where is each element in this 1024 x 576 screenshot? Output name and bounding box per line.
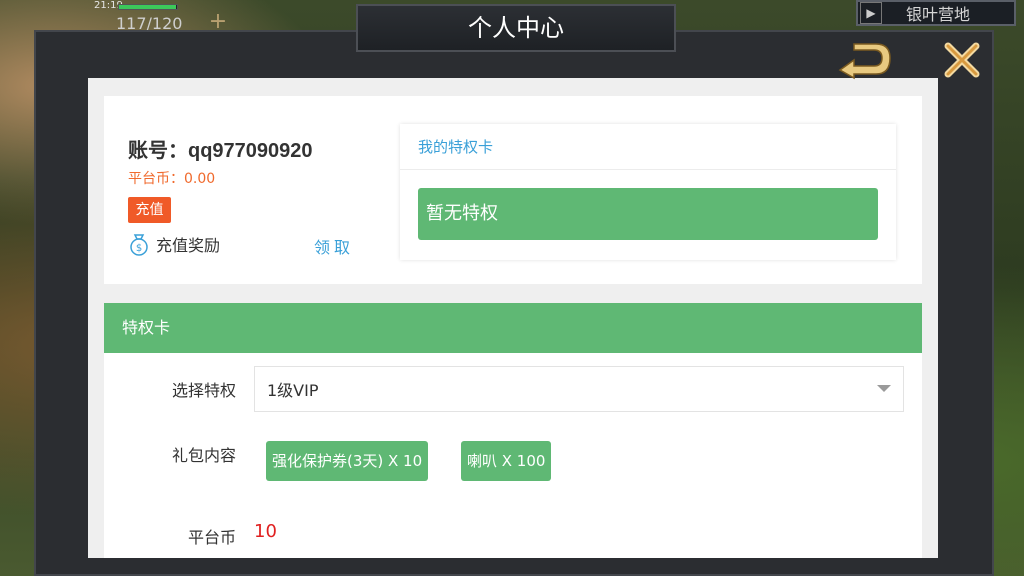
close-button[interactable] — [940, 38, 984, 82]
privilege-select[interactable]: 1级VIP — [254, 366, 904, 412]
platform-coin-label: 平台币 — [187, 528, 236, 547]
play-icon: ▶ — [860, 2, 882, 24]
money-bag-icon: $ — [130, 234, 148, 256]
gift-item-chip: 喇叭 X 100 — [461, 441, 552, 481]
my-privilege-card-title: 我的特权卡 — [400, 124, 896, 170]
recharge-reward-row: $ 充值奖励 领取 — [128, 231, 354, 257]
platform-coin-cost: 10 — [254, 521, 277, 542]
my-privilege-card-panel: 我的特权卡 暂无特权 — [400, 124, 896, 260]
close-icon — [944, 42, 980, 78]
claim-reward-link[interactable]: 领取 — [314, 234, 354, 258]
modal-content: 账号：qq977090920 平台币：0.00 充值 $ 充值奖励 领取 我的特… — [88, 78, 938, 558]
svg-text:$: $ — [136, 243, 142, 254]
select-privilege-label: 选择特权 — [171, 381, 236, 400]
location-name: 银叶营地 — [906, 5, 971, 24]
hud-status: 21:19 117/120 + — [88, 0, 238, 34]
energy-bar — [118, 4, 178, 10]
location-indicator[interactable]: ▶ 银叶营地 — [856, 0, 1016, 26]
back-button[interactable] — [834, 40, 896, 80]
energy-bar-fill — [119, 5, 176, 9]
recharge-button[interactable]: 充值 — [128, 197, 171, 223]
back-arrow-icon — [838, 43, 891, 80]
privilege-card-header: 特权卡 — [104, 303, 922, 353]
platform-coin-balance: 平台币：0.00 — [128, 171, 216, 187]
gift-item-chip: 强化保护券(3天) X 10 — [266, 441, 429, 481]
chevron-down-icon — [877, 385, 891, 392]
no-privilege-status: 暂无特权 — [418, 188, 878, 240]
gift-contents-label: 礼包内容 — [171, 446, 236, 465]
privilege-select-value: 1级VIP — [267, 381, 319, 400]
account-id: 账号：qq977090920 — [128, 140, 313, 162]
recharge-reward-label: 充值奖励 — [156, 236, 221, 255]
privilege-card-section: 特权卡 选择特权 1级VIP 礼包内容 强化保护券(3天) X 10 喇叭 X … — [104, 303, 922, 558]
modal-title: 个人中心 — [356, 4, 676, 52]
account-card: 账号：qq977090920 平台币：0.00 充值 $ 充值奖励 领取 我的特… — [104, 96, 922, 284]
